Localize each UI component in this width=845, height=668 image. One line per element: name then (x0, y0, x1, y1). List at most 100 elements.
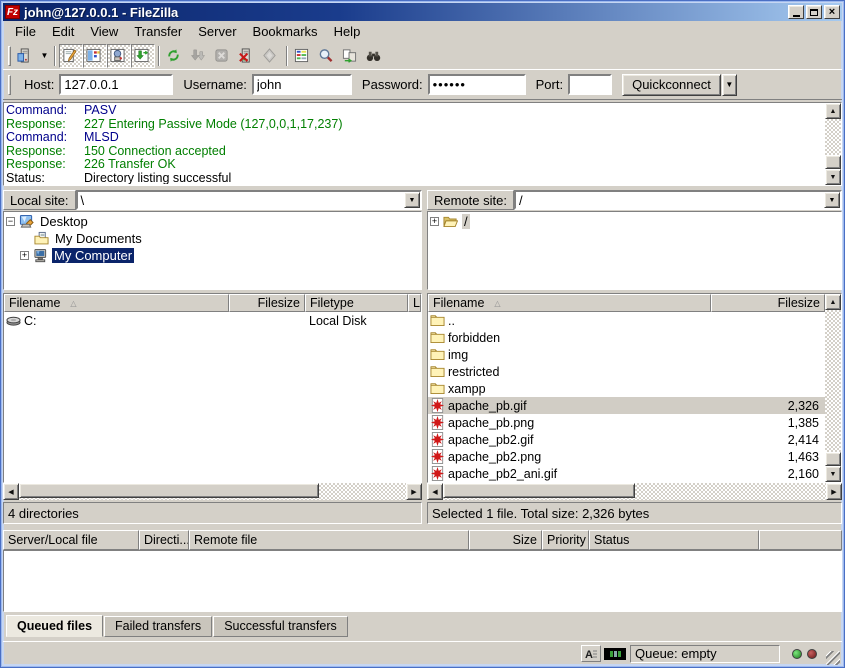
column-filesize[interactable]: Filesize (229, 294, 305, 312)
scroll-track[interactable] (825, 119, 841, 169)
column-direction[interactable]: Directi... (139, 530, 189, 550)
file-row[interactable]: apache_pb.png1,385 (428, 414, 825, 431)
local-site-combo[interactable]: \ ▼ (76, 190, 422, 210)
file-row[interactable]: apache_pb2_ani.gif2,160 (428, 465, 825, 482)
column-server-local-file[interactable]: Server/Local file (3, 530, 139, 550)
toggle-local-tree-button[interactable] (83, 44, 107, 68)
column-last-modified[interactable]: L (408, 294, 421, 312)
column-filename[interactable]: Filename△ (428, 294, 711, 312)
expand-icon[interactable]: + (430, 217, 439, 226)
file-row-selected[interactable]: apache_pb.gif2,326 (428, 397, 825, 414)
menu-server[interactable]: Server (190, 22, 244, 41)
transfer-type-indicator-icon[interactable]: A (581, 645, 601, 662)
file-row[interactable]: xampp (428, 380, 825, 397)
column-remote-file[interactable]: Remote file (189, 530, 469, 550)
scroll-right-button[interactable]: ▶ (406, 483, 422, 500)
chevron-down-icon[interactable]: ▼ (404, 192, 420, 208)
column-status[interactable]: Status (589, 530, 759, 550)
title-bar[interactable]: Fz john@127.0.0.1 - FileZilla × (3, 3, 842, 21)
synchronized-browsing-button[interactable] (339, 44, 363, 68)
quickconnect-button[interactable]: Quickconnect (622, 74, 721, 96)
process-queue-button[interactable] (187, 44, 211, 68)
scroll-thumb[interactable] (825, 155, 841, 169)
queue-header: Server/Local file Directi... Remote file… (3, 530, 842, 550)
quickconnect-grabber[interactable] (8, 75, 11, 95)
column-filetype[interactable]: Filetype (305, 294, 408, 312)
tree-item-my-documents[interactable]: My Documents (6, 230, 419, 247)
tree-item-my-computer[interactable]: + My Computer (6, 247, 419, 264)
file-row[interactable]: img (428, 346, 825, 363)
encryption-indicator-icon[interactable] (604, 648, 626, 660)
cancel-operation-button[interactable] (211, 44, 235, 68)
remote-horizontal-scrollbar[interactable]: ◀ ▶ (427, 483, 842, 500)
menu-help[interactable]: Help (326, 22, 369, 41)
file-row[interactable]: .. (428, 312, 825, 329)
scroll-down-button[interactable]: ▼ (825, 169, 841, 185)
directory-comparison-button[interactable] (315, 44, 339, 68)
file-row[interactable]: restricted (428, 363, 825, 380)
site-manager-dropdown[interactable]: ▼ (38, 44, 51, 68)
menu-file[interactable]: File (7, 22, 44, 41)
file-row[interactable]: apache_pb2.gif2,414 (428, 431, 825, 448)
menu-edit[interactable]: Edit (44, 22, 82, 41)
close-button[interactable]: × (824, 5, 840, 19)
username-label: Username: (183, 77, 247, 92)
local-tree-pane: Local site: \ ▼ − Desktop My Documents +… (3, 189, 422, 290)
disconnect-button[interactable] (235, 44, 259, 68)
column-size[interactable]: Size (469, 530, 542, 550)
file-row-c-drive[interactable]: C: Local Disk (4, 312, 421, 329)
remote-status-text: Selected 1 file. Total size: 2,326 bytes (427, 502, 842, 524)
scroll-track[interactable] (19, 483, 406, 500)
collapse-icon[interactable]: − (6, 217, 15, 226)
folder-icon (430, 330, 445, 345)
scroll-thumb[interactable] (825, 452, 841, 466)
column-filename[interactable]: Filename△ (4, 294, 229, 312)
scroll-track[interactable] (825, 310, 841, 466)
reconnect-button[interactable] (259, 44, 283, 68)
site-manager-button[interactable] (14, 44, 38, 68)
toggle-message-log-button[interactable] (59, 44, 83, 68)
host-input[interactable] (59, 74, 173, 95)
password-input[interactable] (428, 74, 526, 95)
tab-queued-files[interactable]: Queued files (6, 615, 103, 637)
file-row[interactable]: apache_pb2.png1,463 (428, 448, 825, 465)
menu-bookmarks[interactable]: Bookmarks (245, 22, 326, 41)
directory-filter-button[interactable] (291, 44, 315, 68)
scroll-right-button[interactable]: ▶ (826, 483, 842, 500)
expand-icon[interactable]: + (20, 251, 29, 260)
resize-grip[interactable] (826, 651, 840, 665)
menu-view[interactable]: View (82, 22, 126, 41)
maximize-button[interactable] (806, 5, 822, 19)
port-input[interactable] (568, 74, 612, 95)
scroll-left-button[interactable]: ◀ (3, 483, 19, 500)
scroll-up-button[interactable]: ▲ (825, 294, 841, 310)
username-input[interactable] (252, 74, 352, 95)
tab-successful-transfers[interactable]: Successful transfers (213, 616, 348, 637)
quickconnect-dropdown[interactable]: ▼ (722, 74, 737, 96)
refresh-button[interactable] (163, 44, 187, 68)
remote-vertical-scrollbar[interactable]: ▲ ▼ (825, 294, 841, 482)
minimize-button[interactable] (788, 5, 804, 19)
toolbar-grabber[interactable] (8, 46, 11, 66)
scroll-down-button[interactable]: ▼ (825, 466, 841, 482)
scroll-left-button[interactable]: ◀ (427, 483, 443, 500)
tab-failed-transfers[interactable]: Failed transfers (104, 616, 212, 637)
scroll-track[interactable] (443, 483, 826, 500)
log-vertical-scrollbar[interactable]: ▲ ▼ (825, 103, 841, 185)
local-horizontal-scrollbar[interactable]: ◀ ▶ (3, 483, 422, 500)
scroll-up-button[interactable]: ▲ (825, 103, 841, 119)
toggle-remote-tree-button[interactable] (107, 44, 131, 68)
file-search-button[interactable] (363, 44, 387, 68)
tree-item-desktop[interactable]: − Desktop (6, 213, 419, 230)
queue-list[interactable] (3, 550, 842, 612)
remote-site-combo[interactable]: / ▼ (514, 190, 842, 210)
scroll-thumb[interactable] (19, 483, 319, 498)
menu-transfer[interactable]: Transfer (126, 22, 190, 41)
chevron-down-icon[interactable]: ▼ (824, 192, 840, 208)
column-filesize[interactable]: Filesize (711, 294, 825, 312)
column-priority[interactable]: Priority (542, 530, 589, 550)
toggle-queue-button[interactable] (131, 44, 155, 68)
tree-item-root[interactable]: + / (430, 213, 839, 230)
file-row[interactable]: forbidden (428, 329, 825, 346)
scroll-thumb[interactable] (443, 483, 635, 498)
